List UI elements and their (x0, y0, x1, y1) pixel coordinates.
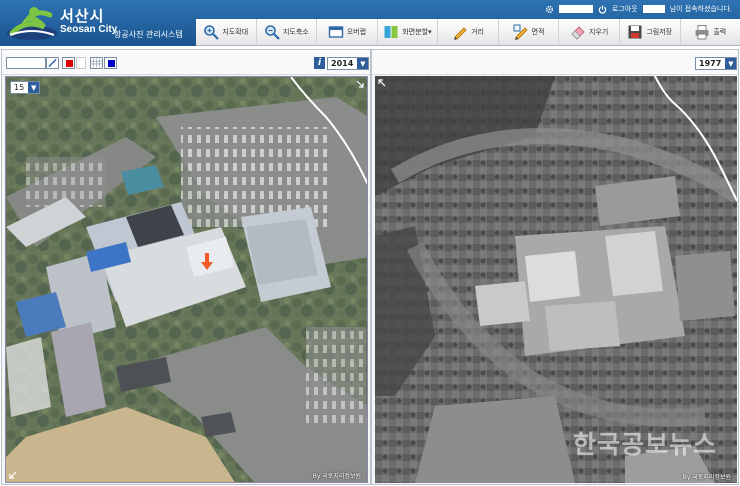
user-id-box (642, 5, 665, 13)
print-icon (695, 25, 709, 40)
left-year-value: 2014 (331, 59, 354, 68)
aerial-photo-2014 (6, 77, 367, 482)
greeting-text: 님이 접속하셨습니다. (669, 5, 732, 13)
save-image-button[interactable]: 그림저장 (620, 19, 681, 45)
print-label: 출력 (713, 28, 727, 36)
stroke-color-swatch (66, 60, 73, 67)
print-button[interactable]: 출력 (681, 19, 740, 45)
left-map-credit: By 국토지리정보원 (312, 473, 361, 480)
split-screen-button[interactable]: 화면분할▾ (378, 19, 439, 45)
zoom-out-icon (265, 25, 280, 40)
fill-color-swatch (108, 60, 115, 67)
fill-color-button[interactable] (104, 57, 117, 69)
aerial-photo-1977 (375, 76, 737, 483)
chevron-down-icon: ▼ (357, 58, 369, 69)
user-name-box (558, 5, 593, 13)
right-year-value: 1977 (699, 59, 722, 68)
left-pane-toolbar: i 2014 ▼ (2, 50, 370, 75)
overlap-button[interactable]: 오버랩 (317, 19, 378, 45)
zoom-out-button[interactable]: 지도축소 (257, 19, 318, 45)
spacer-button (76, 57, 86, 69)
distance-label: 거리 (471, 28, 484, 36)
split-screen-icon (384, 26, 398, 38)
app-header: 서산시 Seosan City 항공사진 관리시스템 로그아웃 님이 접속하셨습… (0, 0, 740, 46)
main-toolbar: 지도확대 지도축소 오버랩 화면분할▾ 거리 면적 지우기 그림저장 출력 (196, 19, 740, 46)
save-image-icon (628, 25, 642, 39)
gear-icon[interactable] (545, 5, 554, 14)
chevron-down-icon: ▼ (725, 58, 737, 69)
resize-corner-icon[interactable] (355, 79, 365, 89)
zoom-out-label: 지도축소 (282, 28, 309, 36)
erase-button[interactable]: 지우기 (559, 19, 620, 45)
distance-icon (454, 27, 467, 40)
area-label: 면적 (531, 28, 545, 36)
stroke-color-button[interactable] (62, 57, 75, 69)
zoom-level-value: 15 (14, 83, 25, 92)
erase-label: 지우기 (588, 28, 609, 36)
aerial-map-1977[interactable]: 한국공보뉴스 By 국토지리정보원 (375, 76, 737, 483)
draw-text-input[interactable] (6, 57, 46, 69)
split-screen-label: 화면분할▾ (402, 28, 432, 36)
seosan-emblem-icon (7, 7, 57, 40)
right-map-pane: 1977 ▼ 한국공보뉴스 By 국토지리정보원 (371, 49, 739, 485)
zoom-level-select[interactable]: 15 ▼ (10, 81, 41, 94)
user-bar: 로그아웃 님이 접속하셨습니다. (545, 3, 732, 15)
overlap-icon (328, 26, 343, 38)
aerial-map-2014[interactable]: 15 ▼ By 국토지리정보원 (5, 76, 368, 483)
left-map-pane: i 2014 ▼ 15 ▼ By 국토지리정보원 (1, 49, 371, 485)
area-icon (513, 24, 528, 40)
logo-english-text: Seosan City (60, 24, 118, 35)
seosan-logo[interactable]: 서산시 Seosan City 항공사진 관리시스템 (4, 3, 194, 43)
power-icon[interactable] (598, 5, 607, 14)
eraser-icon (571, 26, 585, 40)
system-name: 항공사진 관리시스템 (114, 30, 183, 39)
save-image-label: 그림저장 (646, 28, 673, 36)
pen-icon (48, 58, 57, 68)
resize-corner-icon[interactable] (8, 470, 18, 480)
right-pane-toolbar: 1977 ▼ (372, 50, 738, 75)
zoom-in-icon (204, 25, 220, 40)
pen-style-button[interactable] (46, 57, 59, 69)
grid-pattern-icon (91, 58, 102, 68)
location-marker-icon (201, 253, 213, 270)
area-button[interactable]: 면적 (499, 19, 560, 45)
distance-button[interactable]: 거리 (438, 19, 499, 45)
chevron-down-icon: ▼ (28, 82, 40, 93)
watermark-text: 한국공보뉴스 (572, 430, 717, 459)
right-map-credit: By 국토지리정보원 (682, 474, 731, 481)
left-year-select[interactable]: 2014 ▼ (327, 57, 370, 70)
overlap-label: 오버랩 (346, 28, 367, 36)
zoom-in-label: 지도확대 (222, 28, 249, 36)
zoom-in-button[interactable]: 지도확대 (196, 19, 257, 45)
logout-link[interactable]: 로그아웃 (612, 4, 638, 14)
resize-corner-icon[interactable] (377, 78, 387, 88)
map-info-button[interactable]: i (314, 57, 325, 69)
right-year-select[interactable]: 1977 ▼ (695, 57, 738, 70)
logo-korean-text: 서산시 (60, 8, 105, 25)
fill-pattern-button[interactable] (90, 57, 103, 69)
